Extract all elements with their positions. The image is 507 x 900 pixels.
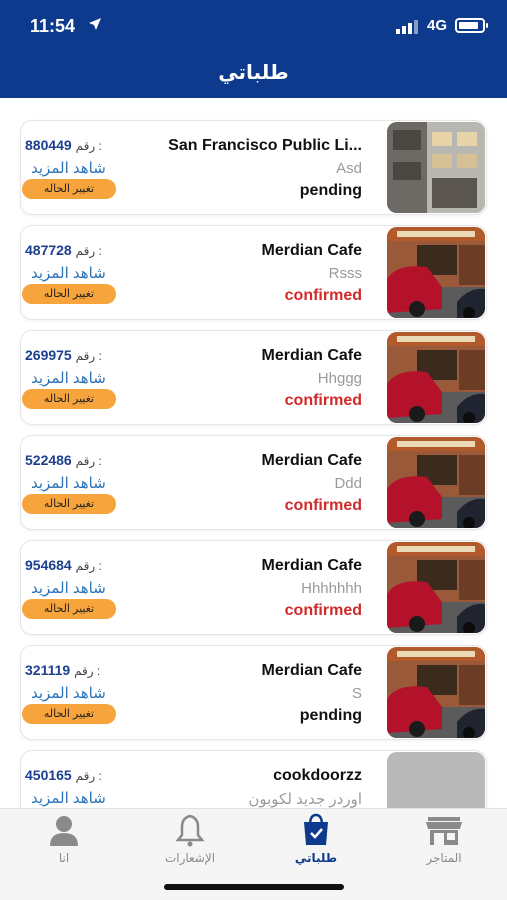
change-status-button[interactable]: تغيير الحاله (22, 599, 116, 619)
order-number-label: رقم : (75, 139, 102, 153)
shopping-bag-icon (304, 813, 328, 845)
order-number-value: 522486 (25, 452, 72, 468)
store-thumbnail (387, 647, 485, 738)
order-note: Ddd (334, 475, 362, 492)
change-status-button[interactable]: تغيير الحاله (22, 284, 116, 304)
see-more-link[interactable]: شاهد المزيد (31, 684, 106, 702)
tab-my-orders[interactable]: طلباتي (276, 809, 356, 879)
order-number: 321119 رقم : (25, 662, 100, 678)
building-photo-icon (387, 122, 485, 213)
store-thumbnail (387, 332, 485, 423)
see-more-link[interactable]: شاهد المزيد (31, 264, 106, 282)
tab-notifications[interactable]: الإشعارات (150, 809, 230, 879)
order-status: confirmed (284, 287, 362, 304)
order-number-label: رقم : (75, 349, 102, 363)
store-thumbnail (387, 227, 485, 318)
order-number-value: 450165 (25, 767, 72, 783)
cafe-photo-icon (387, 542, 485, 633)
order-note: S (351, 685, 362, 702)
order-status: confirmed (284, 602, 362, 619)
order-card[interactable]: San Francisco Public Li... Asd pending 8804… (20, 120, 487, 215)
order-number: 450165 رقم : (25, 767, 102, 783)
tab-stores-label: المتاجر (426, 851, 462, 865)
store-name: Merdian Cafe (261, 242, 362, 259)
order-status: pending (299, 707, 362, 724)
order-number-label: رقم : (75, 769, 102, 783)
signal-bars-icon (396, 20, 418, 34)
order-note: Hhhhhhh (301, 580, 362, 597)
order-status: confirmed (284, 497, 362, 514)
cafe-photo-icon (387, 332, 485, 423)
order-note: Rsss (328, 265, 362, 282)
store-name: San Francisco Public Li... (168, 137, 362, 154)
change-status-button[interactable]: تغيير الحاله (22, 704, 116, 724)
store-name: Merdian Cafe (261, 347, 362, 364)
order-number: 522486 رقم : (25, 452, 102, 468)
order-number-label: رقم : (74, 664, 101, 678)
order-card[interactable]: Merdian Cafe Hhggg confirmed 269975 رقم : شا… (20, 330, 487, 425)
order-card[interactable]: Merdian Cafe Rsss confirmed 487728 رقم : شاه… (20, 225, 487, 320)
change-status-button[interactable]: تغيير الحاله (22, 179, 116, 199)
order-card[interactable]: Merdian Cafe Spending 321119 رقم : شاهد الم… (20, 645, 487, 740)
store-icon (426, 817, 462, 845)
order-note: Asd (336, 160, 362, 177)
cafe-photo-icon (387, 227, 485, 318)
order-number-value: 321119 (25, 662, 71, 678)
order-number-value: 880449 (25, 137, 72, 153)
app-header: 11:54 4G طلباتي (0, 0, 507, 98)
home-indicator (164, 884, 344, 890)
order-number-value: 269975 (25, 347, 72, 363)
cafe-photo-icon (387, 647, 485, 738)
order-number-label: رقم : (75, 559, 102, 573)
person-icon (50, 816, 78, 846)
order-number: 880449 رقم : (25, 137, 102, 153)
cafe-photo-icon (387, 437, 485, 528)
order-number: 269975 رقم : (25, 347, 102, 363)
page-title: طلباتي (218, 62, 289, 84)
order-status: pending (299, 182, 362, 199)
store-thumbnail (387, 122, 485, 213)
orders-list: San Francisco Public Li... Asd pending 8804… (20, 120, 487, 855)
order-number: 487728 رقم : (25, 242, 102, 258)
store-name: Merdian Cafe (261, 452, 362, 469)
tab-my-orders-label: طلباتي (294, 851, 338, 865)
order-number-label: رقم : (75, 454, 102, 468)
order-note: اوردر جديد لكوبون (248, 791, 362, 808)
store-name: cookdoorzz (273, 767, 362, 784)
order-status: confirmed (284, 392, 362, 409)
order-note: Hhggg (317, 370, 362, 387)
see-more-link[interactable]: شاهد المزيد (31, 474, 106, 492)
order-number-value: 487728 (25, 242, 72, 258)
order-number: 954684 رقم : (25, 557, 102, 573)
store-name: Merdian Cafe (261, 557, 362, 574)
see-more-link[interactable]: شاهد المزيد (31, 369, 106, 387)
tab-stores[interactable]: المتاجر (404, 809, 484, 879)
order-number-value: 954684 (25, 557, 72, 573)
store-thumbnail (387, 542, 485, 633)
battery-icon (455, 18, 488, 33)
bell-icon (175, 814, 205, 847)
change-status-button[interactable]: تغيير الحاله (22, 494, 116, 514)
clock: 11:54 (30, 16, 76, 36)
tab-notifications-label: الإشعارات (164, 851, 216, 865)
see-more-link[interactable]: شاهد المزيد (31, 579, 106, 597)
order-number-label: رقم : (75, 244, 102, 258)
see-more-link[interactable]: شاهد المزيد (31, 789, 106, 807)
status-bar: 11:54 4G (0, 0, 507, 50)
tab-me-label: انا (58, 851, 70, 865)
network-type: 4G (427, 17, 448, 34)
change-status-button[interactable]: تغيير الحاله (22, 389, 116, 409)
see-more-link[interactable]: شاهد المزيد (31, 159, 106, 177)
order-card[interactable]: Merdian Cafe Hhhhhhh confirmed 954684 رقم :… (20, 540, 487, 635)
location-arrow-icon (89, 18, 101, 30)
order-card[interactable]: Merdian Cafe Ddd confirmed 522486 رقم : شاهد… (20, 435, 487, 530)
store-name: Merdian Cafe (261, 662, 362, 679)
tab-me[interactable]: انا (24, 809, 104, 879)
store-thumbnail (387, 437, 485, 528)
